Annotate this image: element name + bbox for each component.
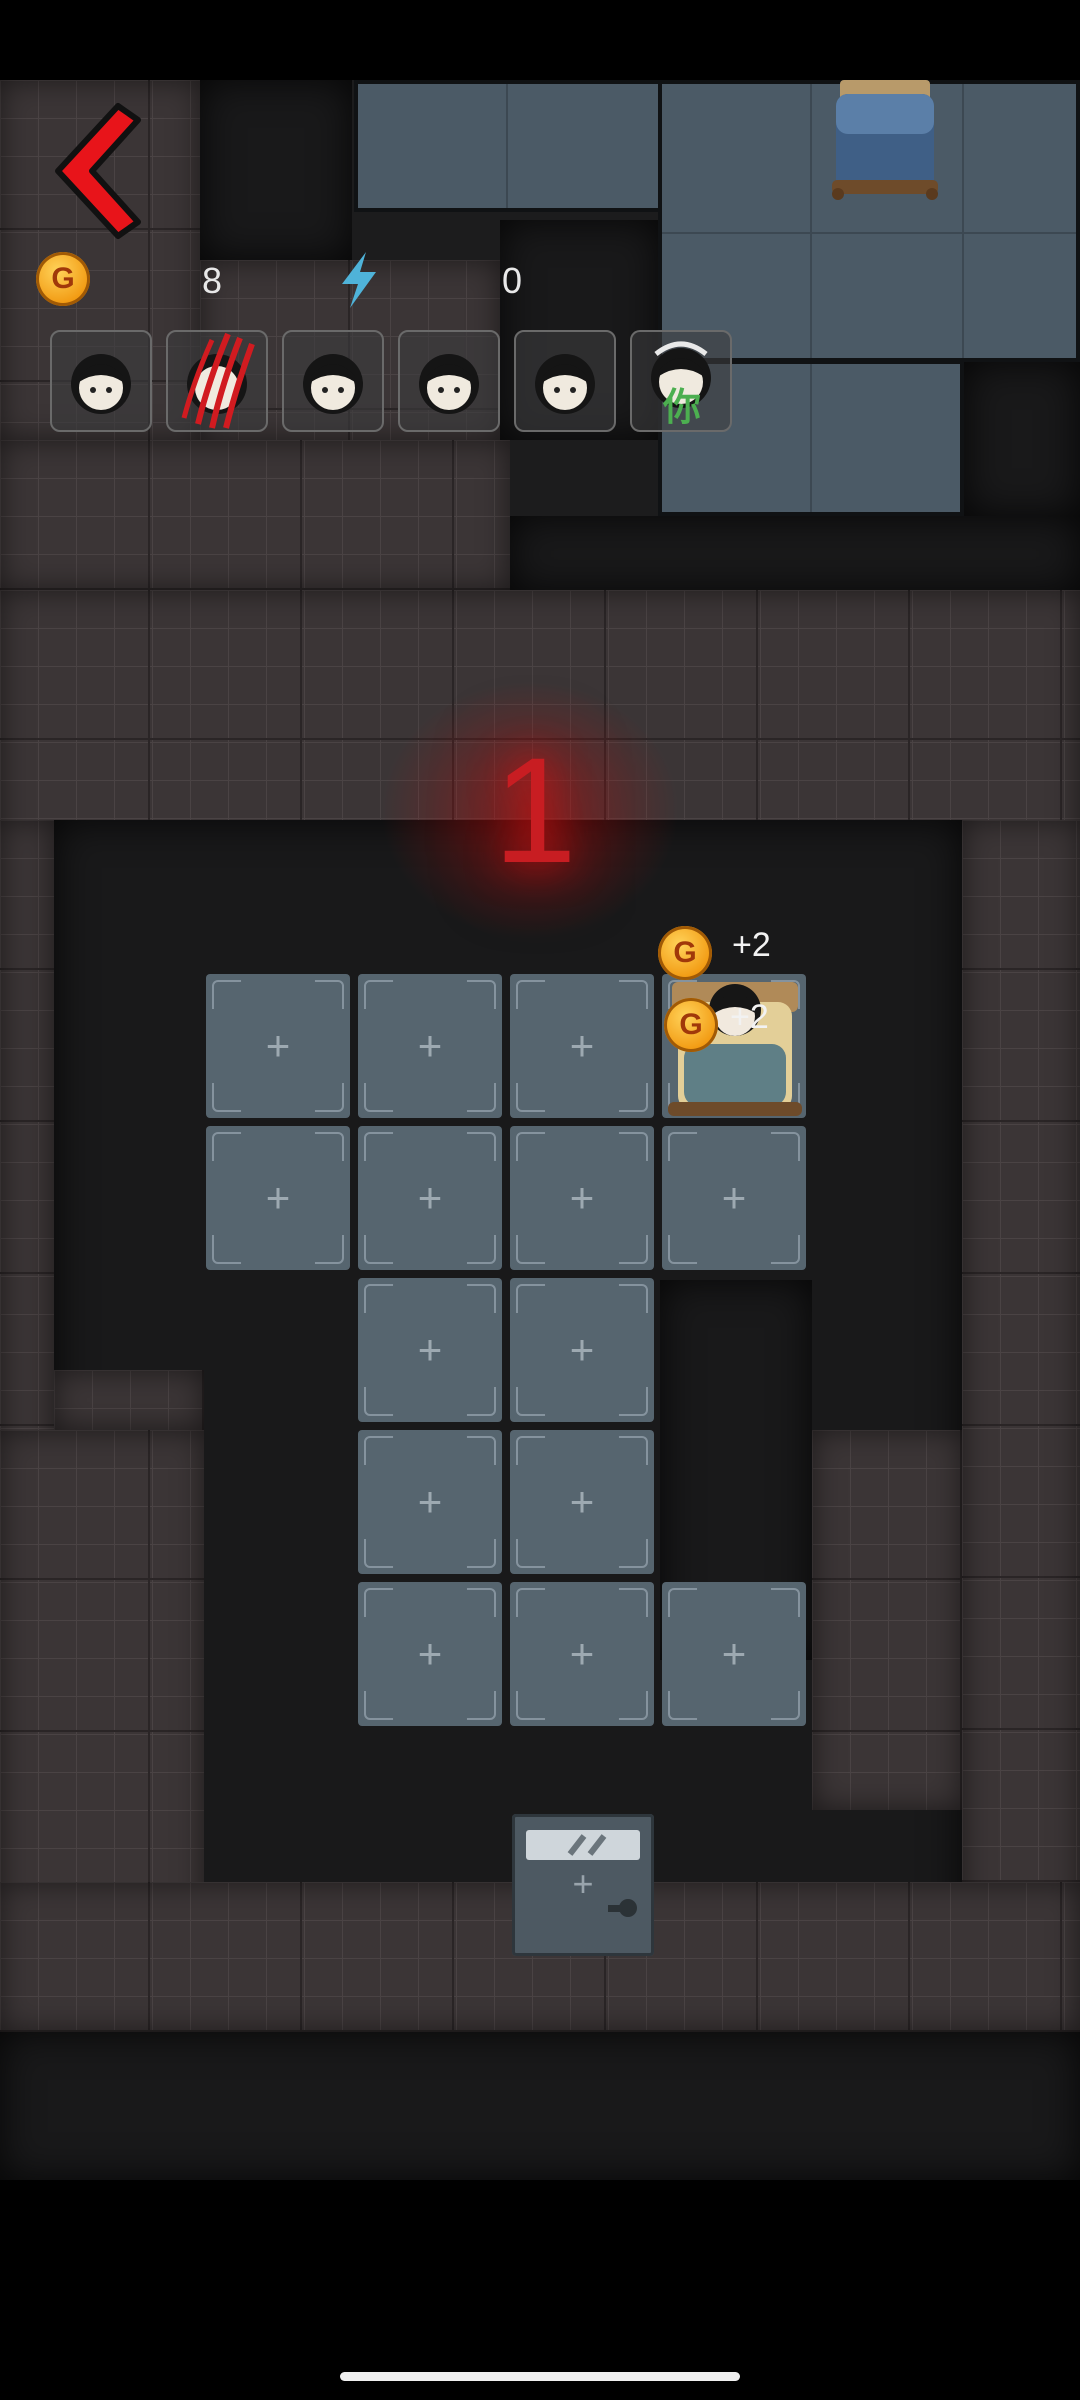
player-avatar-list: 你 — [50, 330, 750, 432]
game-screen: 1 + + + + + + + + + + + + + + + + — [0, 0, 1080, 2400]
wall-block — [962, 820, 1080, 1960]
build-tile[interactable]: + — [358, 1430, 502, 1574]
svg-text:+: + — [572, 1863, 593, 1904]
chevron-left-icon — [55, 103, 141, 239]
door-icon: + — [526, 1830, 640, 1917]
build-tile[interactable]: + — [358, 1582, 502, 1726]
avatar-slot[interactable] — [514, 330, 616, 432]
lightning-icon — [336, 250, 382, 310]
build-tile[interactable]: + — [206, 1126, 350, 1270]
avatar-slot[interactable] — [166, 330, 268, 432]
build-tile[interactable]: + — [662, 1126, 806, 1270]
build-tile[interactable]: + — [662, 1582, 806, 1726]
build-tile[interactable]: + — [358, 1126, 502, 1270]
plus-icon: + — [721, 1630, 747, 1677]
dark-corridor — [510, 516, 1080, 592]
ghost-face-icon — [71, 354, 131, 414]
avatar-slot[interactable] — [50, 330, 152, 432]
gold-coin-icon: G — [658, 926, 712, 980]
dark-floor — [0, 2032, 1080, 2180]
build-tile[interactable]: + — [510, 974, 654, 1118]
build-tile[interactable]: + — [510, 1582, 654, 1726]
status-bar — [0, 0, 1080, 80]
reward-text: +2 — [730, 998, 769, 1036]
wall-block — [0, 1430, 204, 1960]
back-button[interactable] — [38, 96, 148, 246]
build-tile[interactable]: + — [358, 974, 502, 1118]
energy-value: 0 — [502, 260, 523, 301]
dark-corridor — [964, 362, 1080, 516]
plus-icon: + — [265, 1174, 291, 1221]
plus-icon: + — [721, 1174, 747, 1221]
plus-icon: + — [569, 1630, 595, 1677]
avatar-slot[interactable] — [282, 330, 384, 432]
plus-icon: + — [417, 1630, 443, 1677]
ghost-face-icon — [419, 354, 479, 414]
bottom-bar — [0, 2180, 1080, 2400]
plus-icon: + — [569, 1326, 595, 1373]
bed-icon[interactable] — [830, 80, 940, 206]
gold-icon: G — [36, 252, 90, 306]
reward-text: +2 — [732, 926, 771, 964]
avatar-slot-player[interactable]: 你 — [630, 330, 732, 432]
ghost-face-icon — [535, 354, 595, 414]
wall-block — [0, 440, 510, 590]
ghost-face-icon — [303, 354, 363, 414]
plus-icon: + — [265, 1022, 291, 1069]
plus-icon: + — [569, 1478, 595, 1525]
avatar-slot[interactable] — [398, 330, 500, 432]
build-tile[interactable]: + — [510, 1430, 654, 1574]
dark-corridor — [200, 80, 352, 260]
build-tile[interactable]: + — [206, 974, 350, 1118]
home-indicator[interactable] — [340, 2372, 740, 2381]
build-tile[interactable]: + — [510, 1126, 654, 1270]
plus-icon: + — [417, 1478, 443, 1525]
player-label: 你 — [662, 385, 701, 429]
claw-scratch-icon — [181, 332, 255, 429]
room-floor — [354, 80, 664, 212]
plus-icon: + — [569, 1022, 595, 1069]
wall-block — [54, 1370, 204, 1430]
build-tile[interactable]: + — [510, 1278, 654, 1422]
door-tile[interactable]: + — [512, 1814, 654, 1956]
plus-icon: + — [417, 1022, 443, 1069]
plus-icon: + — [569, 1174, 595, 1221]
gold-coin-icon: G — [664, 998, 718, 1052]
countdown-number: 1 — [493, 726, 577, 894]
resource-bar: G 8 0 — [36, 252, 736, 312]
gold-value: 8 — [202, 260, 223, 301]
plus-icon: + — [417, 1326, 443, 1373]
plus-icon: + — [417, 1174, 443, 1221]
wall-block — [812, 1430, 962, 1810]
build-tile[interactable]: + — [358, 1278, 502, 1422]
